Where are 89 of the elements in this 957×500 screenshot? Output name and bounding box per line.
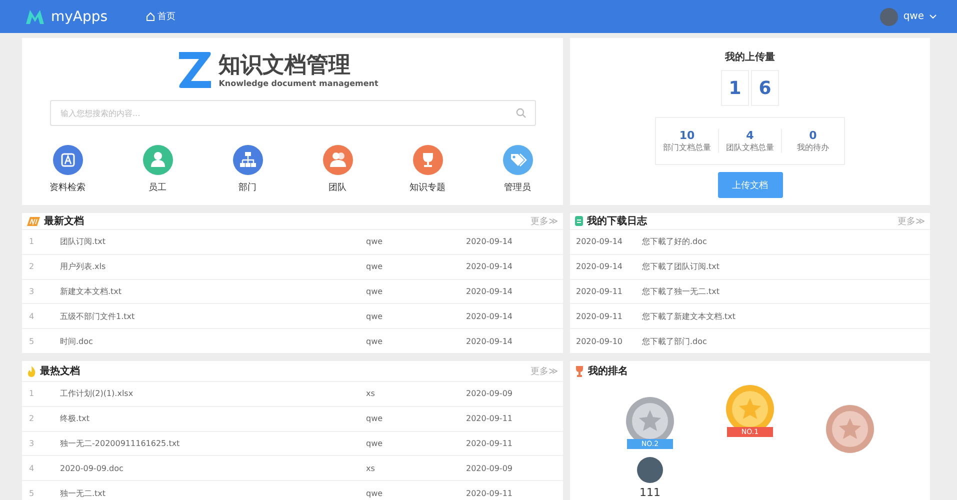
- app-name: myApps: [51, 8, 108, 24]
- user-menu[interactable]: qwe: [880, 8, 937, 26]
- panel-title: 最新文档: [44, 214, 84, 228]
- table-cell-text: 您下載了部门.doc: [642, 336, 708, 347]
- file-link[interactable]: 工作计划(2)(1).xlsx: [54, 388, 366, 400]
- user-name: qwe: [903, 11, 924, 22]
- search-field[interactable]: 输入您想搜索的内容...: [50, 100, 536, 126]
- chevron-down-icon: [929, 14, 937, 19]
- table-cell-text: 2020-09-14: [466, 336, 514, 346]
- stat-label: 团队文档总量: [726, 142, 774, 153]
- file-link[interactable]: 时间.doc: [54, 336, 366, 347]
- file-link[interactable]: 五级不部门文件1.txt: [54, 310, 366, 322]
- table-cell-text: qwe: [366, 262, 384, 272]
- table-cell-text: 2020-09-14: [466, 262, 514, 272]
- user-name: 111: [640, 486, 660, 499]
- table-cell-text: 2020-09-14: [466, 287, 514, 296]
- file-link[interactable]: 新建文本文档.txt: [54, 286, 366, 297]
- table-cell-text: 您下載了独一无二.txt: [642, 286, 721, 297]
- brand-title: 知识文档管理: [218, 52, 352, 78]
- nav-link[interactable]: 首页: [146, 10, 176, 23]
- counter-digit: 1: [721, 70, 749, 106]
- row-number: 1: [28, 389, 36, 398]
- shortcut-link[interactable]: 部门: [222, 145, 272, 194]
- flame-icon: [27, 366, 36, 376]
- shortcut-link[interactable]: 管理员: [492, 145, 542, 194]
- table-cell-text: 2020-09-11: [466, 438, 514, 448]
- table-cell-text: xs: [366, 389, 376, 398]
- counter-digit: 6: [751, 70, 779, 106]
- new-badge-icon: [27, 216, 40, 226]
- logo-icon: [25, 8, 45, 24]
- file-link[interactable]: 团队订阅.txt: [54, 236, 366, 248]
- table-cell-text: 您下載了新建文本文档.txt: [642, 310, 737, 322]
- shortcut-link[interactable]: 团队: [312, 145, 362, 194]
- table-cell-text: 您下載了团队订阅.txt: [642, 261, 721, 272]
- file-link[interactable]: 独一无二.txt: [54, 488, 366, 499]
- shortcut-link[interactable]: 资料检索: [42, 145, 92, 194]
- table-cell-text: 2020-09-11: [575, 287, 624, 296]
- avatar: [637, 457, 663, 483]
- table-cell-text: 2020-09-14: [466, 237, 514, 246]
- table-cell-text: xs: [366, 464, 376, 473]
- table-cell-text: qwe: [366, 488, 384, 498]
- shortcut-link[interactable]: 员工: [132, 145, 182, 194]
- stat-value: 4: [746, 129, 754, 142]
- row-number: 3: [28, 287, 36, 296]
- file-link[interactable]: 独一无二-20200911161625.txt: [54, 438, 366, 449]
- panel-title: 我的下载日志: [587, 214, 647, 228]
- table-cell-text: 2020-09-11: [575, 312, 624, 321]
- row-number: 1: [28, 237, 36, 246]
- stat-value: 10: [679, 129, 695, 142]
- table-cell-text: 2020-09-14: [466, 312, 514, 321]
- table-cell-text: 2020-09-09: [466, 464, 514, 473]
- brand-subtitle: Knowledge document management: [218, 78, 378, 88]
- trophy-icon: [575, 366, 584, 376]
- home-icon: [146, 12, 155, 21]
- card-title: 我的上传量: [725, 50, 775, 64]
- row-number: 2: [28, 414, 36, 424]
- table-cell-text: 2020-09-14: [575, 262, 624, 272]
- table-cell-text: qwe: [366, 287, 384, 296]
- row-number: 4: [28, 312, 36, 321]
- file-link[interactable]: 用户列表.xls: [54, 261, 366, 272]
- table-cell-text: 您下載了好的.doc: [642, 236, 708, 248]
- search-icon: [516, 108, 526, 118]
- panel-title: 我的排名: [588, 364, 628, 378]
- medal-icon: [826, 405, 874, 453]
- table-cell-text: qwe: [366, 414, 384, 424]
- row-number: 2: [28, 262, 36, 272]
- avatar: [880, 8, 898, 26]
- row-number: 5: [28, 336, 36, 346]
- table-cell-text: 2020-09-10: [575, 336, 624, 346]
- table-cell-text: qwe: [366, 237, 384, 246]
- shortcut-link[interactable]: 知识专题: [402, 145, 452, 194]
- table-cell-text: 2020-09-11: [466, 414, 514, 424]
- document-icon: [575, 216, 583, 226]
- stat-value: 0: [809, 129, 817, 142]
- file-link[interactable]: 2020-09-09.doc: [54, 464, 366, 473]
- z-logo-icon: [176, 50, 213, 90]
- file-link[interactable]: 终极.txt: [54, 413, 366, 424]
- panel-title: 最热文档: [40, 364, 80, 378]
- row-number: 4: [28, 464, 36, 473]
- table-cell-text: 2020-09-11: [466, 488, 514, 498]
- table-cell-text: qwe: [366, 336, 384, 346]
- row-number: 5: [28, 488, 36, 498]
- stat-label: 部门文档总量: [663, 142, 711, 153]
- table-cell-text: 2020-09-09: [466, 389, 514, 398]
- table-cell-text: qwe: [366, 438, 384, 448]
- stat-label: 我的待办: [797, 142, 829, 153]
- table-cell-text: 2020-09-14: [575, 237, 624, 246]
- table-cell-text: qwe: [366, 312, 384, 321]
- row-number: 3: [28, 438, 36, 448]
